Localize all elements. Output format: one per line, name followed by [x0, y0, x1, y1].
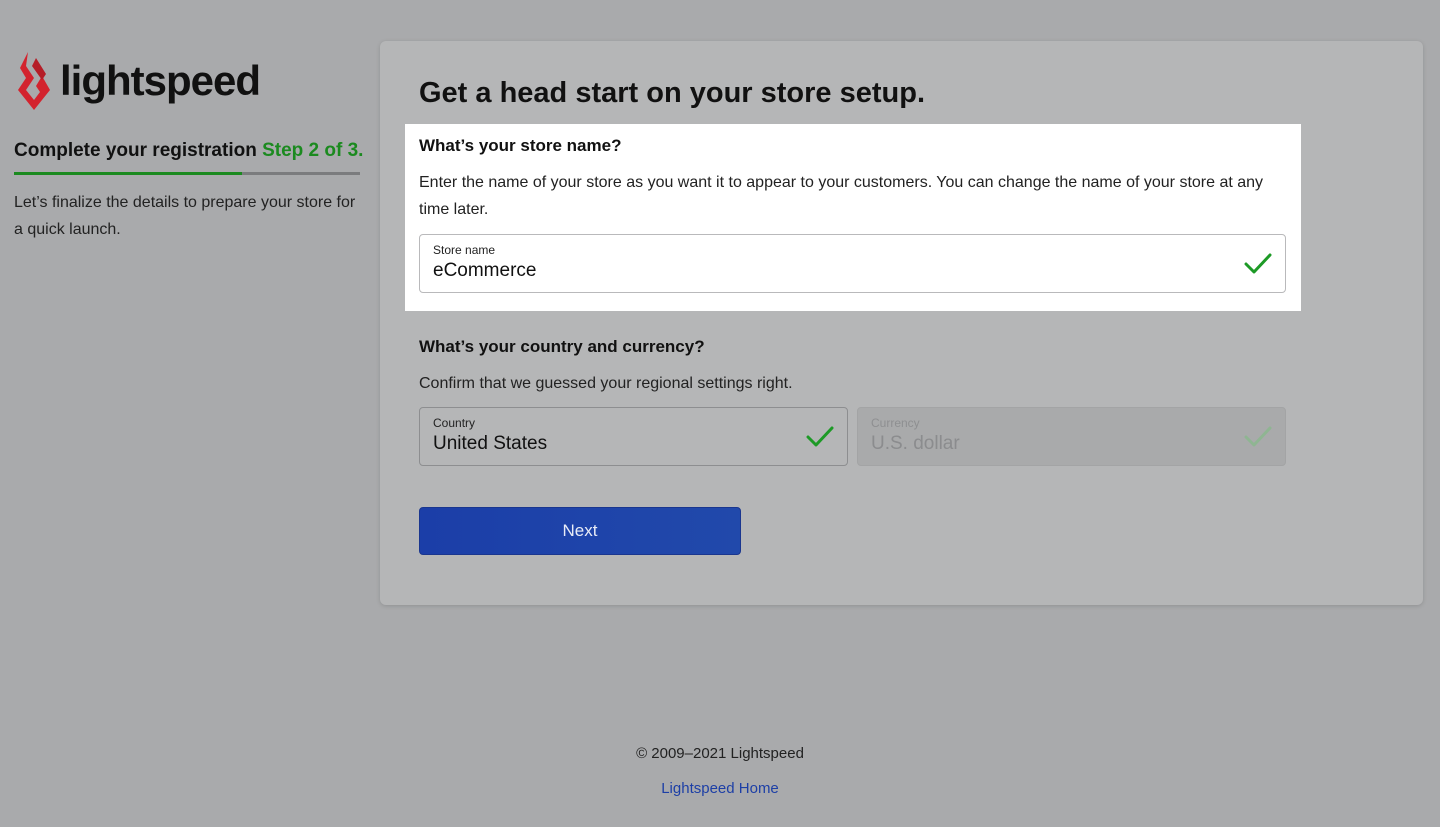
checkmark-icon: [1244, 426, 1272, 447]
registration-sidebar: lightspeed Complete your registration St…: [14, 52, 364, 243]
brand-logo[interactable]: lightspeed: [14, 52, 360, 110]
currency-select: Currency U.S. dollar: [857, 407, 1286, 466]
registration-title: Complete your registration Step 2 of 3.: [14, 140, 364, 162]
country-select[interactable]: Country United States: [419, 407, 848, 466]
currency-label: Currency: [871, 416, 920, 430]
store-name-label: Store name: [433, 243, 496, 257]
registration-progress-bar: [14, 172, 360, 175]
store-name-field[interactable]: Store name eCommerce: [419, 234, 1286, 293]
region-question: What’s your country and currency?: [419, 337, 705, 356]
lightspeed-home-link[interactable]: Lightspeed Home: [661, 780, 779, 797]
registration-progress-fill: [14, 172, 243, 175]
country-label: Country: [433, 416, 476, 430]
brand-name: lightspeed: [60, 57, 261, 104]
footer-copyright: © 2009–2021 Lightspeed: [636, 745, 804, 762]
checkmark-icon: [1244, 253, 1272, 274]
checkmark-icon: [806, 426, 834, 447]
page-title: Get a head start on your store setup.: [419, 77, 925, 109]
store-name-input[interactable]: eCommerce: [433, 260, 536, 282]
flame-logo-icon: [18, 52, 50, 110]
store-setup-card: Get a head start on your store setup. Wh…: [380, 41, 1423, 605]
registration-description: Let’s finalize the details to prepare yo…: [14, 194, 356, 238]
footer-home-link-row: Lightspeed Home: [0, 780, 1440, 797]
next-button[interactable]: Next: [419, 507, 741, 555]
registration-step: Step 2 of 3.: [262, 140, 364, 161]
currency-value: U.S. dollar: [871, 433, 960, 454]
store-name-description: Enter the name of your store as you want…: [419, 174, 1264, 218]
country-value: United States: [433, 433, 548, 454]
region-description: Confirm that we guessed your regional se…: [419, 375, 793, 392]
store-name-question: What’s your store name?: [419, 136, 622, 155]
registration-title-text: Complete your registration: [14, 140, 257, 161]
